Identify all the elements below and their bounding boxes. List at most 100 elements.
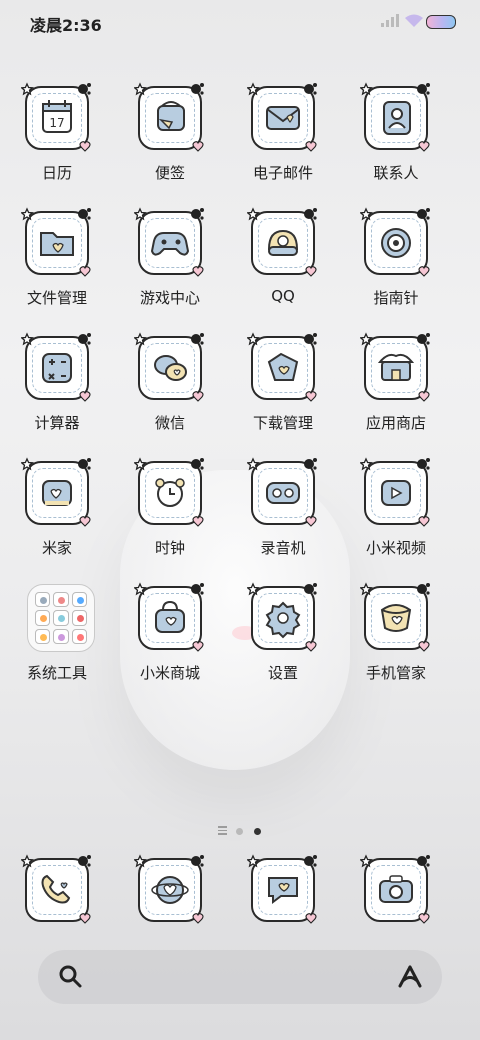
clock-icon — [134, 457, 206, 529]
svg-text:17: 17 — [49, 116, 64, 130]
star-decoration — [21, 457, 35, 471]
app-label: 手机管家 — [365, 664, 426, 682]
app-label: 小米商城 — [139, 664, 200, 682]
app-qq[interactable]: QQ — [227, 207, 339, 327]
app-label: 系统工具 — [26, 664, 87, 682]
app-calculator[interactable]: 计算器 — [1, 332, 113, 452]
app-label: 计算器 — [34, 414, 80, 432]
app-compass[interactable]: 指南针 — [340, 207, 452, 327]
app-label: 米家 — [41, 539, 72, 557]
folder-mini-app — [71, 592, 87, 608]
star-decoration — [247, 582, 261, 596]
folder-mini-app — [53, 592, 69, 608]
app-clock[interactable]: 时钟 — [114, 457, 226, 577]
app-gear[interactable]: 设置 — [227, 582, 339, 702]
store-icon — [360, 332, 432, 404]
app-folder[interactable]: 文件管理 — [1, 207, 113, 327]
star-decoration — [21, 332, 35, 346]
page-list-icon[interactable] — [218, 826, 227, 837]
gear-icon — [247, 582, 319, 654]
star-decoration — [360, 332, 374, 346]
app-security[interactable]: 手机管家 — [340, 582, 452, 702]
messages-icon — [247, 854, 319, 926]
app-gamepad[interactable]: 游戏中心 — [114, 207, 226, 327]
assistant-icon[interactable] — [396, 964, 424, 990]
star-decoration — [247, 82, 261, 96]
app-label: 电子邮件 — [252, 164, 313, 182]
notes-icon — [134, 82, 206, 154]
folder-mini-app — [71, 628, 87, 644]
app-store[interactable]: 应用商店 — [340, 332, 452, 452]
app-label: QQ — [271, 287, 295, 305]
star-decoration — [21, 207, 35, 221]
wechat-icon — [134, 332, 206, 404]
folder-mini-app — [35, 628, 51, 644]
app-label: 录音机 — [260, 539, 306, 557]
app-label: 指南针 — [373, 289, 419, 307]
home-icon — [21, 457, 93, 529]
shop-bag-icon — [134, 582, 206, 654]
app-shop-bag[interactable]: 小米商城 — [114, 582, 226, 702]
star-decoration — [134, 82, 148, 96]
app-label: 应用商店 — [365, 414, 426, 432]
star-decoration — [21, 854, 35, 868]
gamepad-icon — [134, 207, 206, 279]
app-label: 日历 — [41, 164, 72, 182]
compass-icon — [360, 207, 432, 279]
star-decoration — [21, 82, 35, 96]
browser-icon — [134, 854, 206, 926]
app-label: 小米视频 — [365, 539, 426, 557]
qq-icon — [247, 207, 319, 279]
contacts-icon — [360, 82, 432, 154]
folder-icon — [21, 207, 93, 279]
signal-icon — [381, 14, 399, 27]
star-decoration — [247, 854, 261, 868]
app-label: 联系人 — [373, 164, 419, 182]
app-calendar[interactable]: 17 日历 — [1, 82, 113, 202]
app-notes[interactable]: 便签 — [114, 82, 226, 202]
app-contacts[interactable]: 联系人 — [340, 82, 452, 202]
folder-mini-app — [53, 610, 69, 626]
star-decoration — [360, 854, 374, 868]
mail-icon — [247, 82, 319, 154]
page-indicator[interactable] — [0, 826, 480, 836]
star-decoration — [134, 457, 148, 471]
app-home[interactable]: 米家 — [1, 457, 113, 577]
folder-mini-app — [35, 610, 51, 626]
app-label: 便签 — [154, 164, 185, 182]
app-recorder[interactable]: 录音机 — [227, 457, 339, 577]
phone-icon — [21, 854, 93, 926]
star-decoration — [134, 582, 148, 596]
app-label: 设置 — [267, 664, 298, 682]
app-download[interactable]: 下载管理 — [227, 332, 339, 452]
app-label: 微信 — [154, 414, 185, 432]
folder-mini-app — [35, 592, 51, 608]
app-video[interactable]: 小米视频 — [340, 457, 452, 577]
download-icon — [247, 332, 319, 404]
security-icon — [360, 582, 432, 654]
search-bar[interactable] — [38, 950, 442, 1004]
star-decoration — [360, 582, 374, 596]
star-decoration — [247, 457, 261, 471]
status-time: 凌晨2:36 — [30, 16, 102, 35]
star-decoration — [134, 332, 148, 346]
folder-mini-app — [71, 610, 87, 626]
video-icon — [360, 457, 432, 529]
search-icon[interactable] — [58, 964, 84, 990]
wifi-icon — [405, 14, 423, 27]
app-folder-grid[interactable]: 系统工具 — [1, 582, 113, 702]
star-decoration — [134, 207, 148, 221]
page-dot-2[interactable] — [254, 828, 261, 835]
star-decoration — [360, 207, 374, 221]
star-decoration — [360, 457, 374, 471]
app-label: 时钟 — [154, 539, 185, 557]
app-label: 文件管理 — [26, 289, 87, 307]
app-wechat[interactable]: 微信 — [114, 332, 226, 452]
app-label: 游戏中心 — [139, 289, 200, 307]
status-bar: 凌晨2:36 — [0, 0, 480, 44]
app-label: 下载管理 — [252, 414, 313, 432]
app-mail[interactable]: 电子邮件 — [227, 82, 339, 202]
star-decoration — [247, 332, 261, 346]
page-dot-1[interactable] — [236, 828, 243, 835]
star-decoration — [134, 854, 148, 868]
